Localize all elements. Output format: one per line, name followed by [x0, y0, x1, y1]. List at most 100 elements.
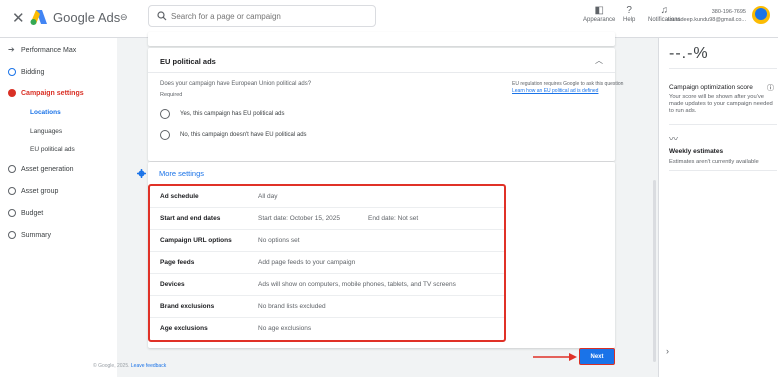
- close-icon[interactable]: ✕: [12, 9, 25, 27]
- divider: [669, 124, 777, 125]
- scrollbar[interactable]: [653, 180, 656, 362]
- sidebar-item-performance-max[interactable]: ➔ Performance Max: [8, 46, 76, 54]
- circle-icon: [8, 231, 16, 239]
- optimization-score-desc: Your score will be shown after you've ma…: [669, 94, 773, 114]
- row-key: Ad schedule: [160, 193, 199, 200]
- row-value: All day: [258, 193, 278, 200]
- google-ads-logo-icon: [30, 10, 47, 25]
- link-icon: ⊖: [120, 12, 128, 22]
- sidebar-item-campaign-settings[interactable]: Campaign settings: [8, 89, 84, 97]
- previous-card: [148, 32, 615, 46]
- eu-note: EU regulation requires Google to ask thi…: [512, 81, 642, 95]
- radio-no-label[interactable]: No, this campaign doesn't have EU politi…: [180, 132, 307, 138]
- more-settings-toggle[interactable]: More settings: [159, 169, 204, 178]
- row-key: Age exclusions: [160, 325, 208, 332]
- account-info[interactable]: 380-196-7695 souradeep.kundu98@gmail.co.…: [667, 8, 746, 24]
- sidebar-item-label: Summary: [21, 231, 51, 239]
- circle-icon: [8, 165, 16, 173]
- right-panel: --.-% Campaign optimization score ⓘ Your…: [658, 38, 778, 377]
- row-value: No brand lists excluded: [258, 303, 326, 310]
- main-content: EU political ads ︿ Does your campaign ha…: [117, 32, 645, 377]
- settings-row-start-end-dates[interactable]: Start and end dates Start date: October …: [150, 208, 504, 230]
- help-label: Help: [623, 17, 636, 23]
- info-icon[interactable]: ⓘ: [767, 83, 774, 93]
- circle-icon: [8, 209, 16, 217]
- sidebar-subitem-eu-political-ads[interactable]: EU political ads: [30, 146, 75, 153]
- arrow-right-icon: [533, 353, 577, 361]
- row-key: Brand exclusions: [160, 303, 215, 310]
- row-value: Add page feeds to your campaign: [258, 259, 356, 266]
- radio-yes[interactable]: [160, 109, 170, 119]
- sidebar-item-label: Asset generation: [21, 165, 74, 173]
- settings-row-campaign-url-options[interactable]: Campaign URL options No options set: [150, 230, 504, 252]
- sidebar-item-summary[interactable]: Summary: [8, 231, 51, 239]
- row-key: Page feeds: [160, 259, 195, 266]
- avatar[interactable]: [752, 6, 770, 24]
- sidebar-item-asset-group[interactable]: Asset group: [8, 187, 58, 195]
- error-icon: [8, 89, 16, 97]
- footer: © Google, 2025. Leave feedback: [93, 363, 166, 369]
- settings-row-page-feeds[interactable]: Page feeds Add page feeds to your campai…: [150, 252, 504, 274]
- weekly-estimates-title: Weekly estimates: [669, 148, 724, 155]
- brand-name: Google Ads: [53, 10, 121, 25]
- arrow-right-icon: ➔: [8, 45, 15, 54]
- sidebar-item-label: Campaign settings: [21, 89, 84, 97]
- eu-section-title: EU political ads: [160, 57, 216, 66]
- search-box[interactable]: [148, 5, 376, 27]
- account-phone: 380-196-7695: [711, 9, 746, 15]
- appearance-button[interactable]: ◧ Appearance: [583, 4, 615, 23]
- settings-row-age-exclusions[interactable]: Age exclusions No age exclusions: [150, 318, 504, 340]
- gear-icon: [137, 169, 146, 178]
- row-value: No age exclusions: [258, 325, 312, 332]
- settings-row-brand-exclusions[interactable]: Brand exclusions No brand lists excluded: [150, 296, 504, 318]
- trend-icon: 〰: [669, 134, 679, 144]
- chevron-up-icon[interactable]: ︿: [595, 55, 603, 66]
- sidebar-subitem-languages[interactable]: Languages: [30, 128, 62, 135]
- settings-list: Ad schedule All day Start and end dates …: [148, 184, 506, 342]
- radio-yes-label[interactable]: Yes, this campaign has EU political ads: [180, 111, 285, 117]
- check-circle-icon: [8, 68, 16, 76]
- sidebar: ➔ Performance Max Bidding Campaign setti…: [0, 38, 117, 377]
- row-key: Devices: [160, 281, 185, 288]
- search-input[interactable]: [171, 9, 371, 23]
- sidebar-item-asset-generation[interactable]: Asset generation: [8, 165, 74, 173]
- sidebar-item-label: Budget: [21, 209, 44, 217]
- row-value: No options set: [258, 237, 300, 244]
- optimization-score-value: --.-%: [669, 45, 709, 62]
- row-value: Ads will show on computers, mobile phone…: [258, 281, 456, 288]
- required-label: Required: [160, 92, 183, 98]
- row-key: Start and end dates: [160, 215, 221, 222]
- chevron-right-icon[interactable]: ›: [666, 346, 669, 356]
- settings-row-ad-schedule[interactable]: Ad schedule All day: [150, 186, 504, 208]
- search-icon: [157, 11, 167, 21]
- sidebar-item-label: Performance Max: [21, 46, 77, 54]
- circle-icon: [8, 187, 16, 195]
- account-email: souradeep.kundu98@gmail.co...: [666, 17, 746, 23]
- sidebar-item-label: Asset group: [21, 187, 59, 195]
- sidebar-item-bidding[interactable]: Bidding: [8, 68, 44, 76]
- eu-political-ads-card: EU political ads ︿ Does your campaign ha…: [148, 48, 623, 161]
- divider: [669, 170, 777, 171]
- divider: [148, 72, 615, 73]
- copyright: © Google, 2025.: [93, 363, 130, 369]
- sidebar-item-label: Bidding: [21, 68, 45, 76]
- row-value: Start date: October 15, 2025: [258, 215, 341, 222]
- radio-no[interactable]: [160, 130, 170, 140]
- eu-note-text: EU regulation requires Google to ask thi…: [512, 81, 624, 87]
- eu-question: Does your campaign have European Union p…: [160, 81, 312, 87]
- next-button[interactable]: Next: [579, 348, 615, 365]
- feedback-link[interactable]: Leave feedback: [131, 363, 166, 369]
- weekly-estimates-desc: Estimates aren't currently available: [669, 159, 759, 165]
- divider: [669, 68, 777, 69]
- appearance-label: Appearance: [583, 17, 616, 23]
- row-key: Campaign URL options: [160, 237, 232, 244]
- row-value-end: End date: Not set: [368, 215, 419, 222]
- sidebar-subitem-locations[interactable]: Locations: [30, 109, 61, 116]
- appearance-icon: ◧: [594, 5, 604, 16]
- help-button[interactable]: ? Help: [623, 4, 635, 23]
- eu-definition-link[interactable]: Learn how an EU political ad is defined: [512, 88, 598, 94]
- sidebar-item-budget[interactable]: Budget: [8, 209, 43, 217]
- optimization-score-title: Campaign optimization score: [669, 84, 753, 91]
- settings-row-devices[interactable]: Devices Ads will show on computers, mobi…: [150, 274, 504, 296]
- help-icon: ?: [626, 5, 632, 16]
